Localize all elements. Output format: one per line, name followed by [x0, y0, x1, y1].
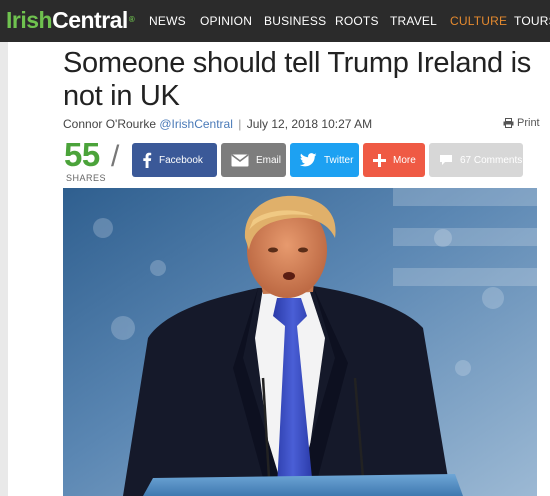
nav-item-business[interactable]: BUSINESS — [264, 14, 326, 28]
twitter-label: Twitter — [324, 154, 354, 166]
email-share-button[interactable]: Email — [221, 143, 286, 177]
nav-item-opinion[interactable]: OPINION — [200, 14, 252, 28]
facebook-label: Facebook — [159, 154, 203, 166]
nav-item-news[interactable]: NEWS — [149, 14, 186, 28]
print-button[interactable]: Print — [503, 117, 540, 129]
nav-item-travel[interactable]: TRAVEL — [390, 14, 437, 28]
facebook-share-button[interactable]: Facebook — [132, 143, 217, 177]
twitter-bird-icon — [300, 153, 317, 167]
author-handle[interactable]: @IrishCentral — [159, 117, 233, 131]
email-label: Email — [256, 154, 282, 166]
logo-central: Central — [52, 7, 128, 33]
comments-label: 67 Comments — [460, 154, 523, 166]
nav-item-culture[interactable]: CULTURE — [450, 14, 507, 28]
hero-photo — [63, 188, 537, 496]
article-headline: Someone should tell Trump Ireland is not… — [63, 47, 531, 112]
plus-icon — [373, 153, 386, 167]
shares-label: SHARES — [66, 173, 107, 183]
logo-registered-mark: ® — [128, 15, 135, 24]
logo-irish: Irish — [6, 7, 53, 33]
more-label: More — [393, 154, 416, 166]
more-share-button[interactable]: More — [363, 143, 425, 177]
publish-date: July 12, 2018 10:27 AM — [246, 117, 373, 131]
share-count: 55 — [64, 136, 100, 173]
article-hero-image[interactable] — [63, 188, 537, 496]
share-divider-slash: / — [111, 140, 120, 173]
nav-item-tours[interactable]: TOURS — [514, 14, 550, 28]
speech-bubble-icon — [439, 154, 453, 166]
twitter-share-button[interactable]: Twitter — [290, 143, 359, 177]
byline-separator: | — [238, 117, 242, 131]
comments-button[interactable]: 67 Comments — [429, 143, 523, 177]
print-label: Print — [517, 117, 540, 129]
left-gutter — [0, 42, 8, 496]
top-navigation-bar: IrishCentral® NEWS OPINION BUSINESS ROOT… — [0, 0, 550, 42]
nav-item-roots[interactable]: ROOTS — [335, 14, 379, 28]
site-logo[interactable]: IrishCentral® — [6, 6, 135, 34]
article-byline: Connor O'Rourke @IrishCentral | July 12,… — [63, 117, 372, 131]
author-name[interactable]: Connor O'Rourke — [63, 117, 156, 131]
envelope-icon — [231, 153, 249, 167]
printer-icon — [503, 118, 514, 128]
facebook-icon — [142, 152, 152, 168]
